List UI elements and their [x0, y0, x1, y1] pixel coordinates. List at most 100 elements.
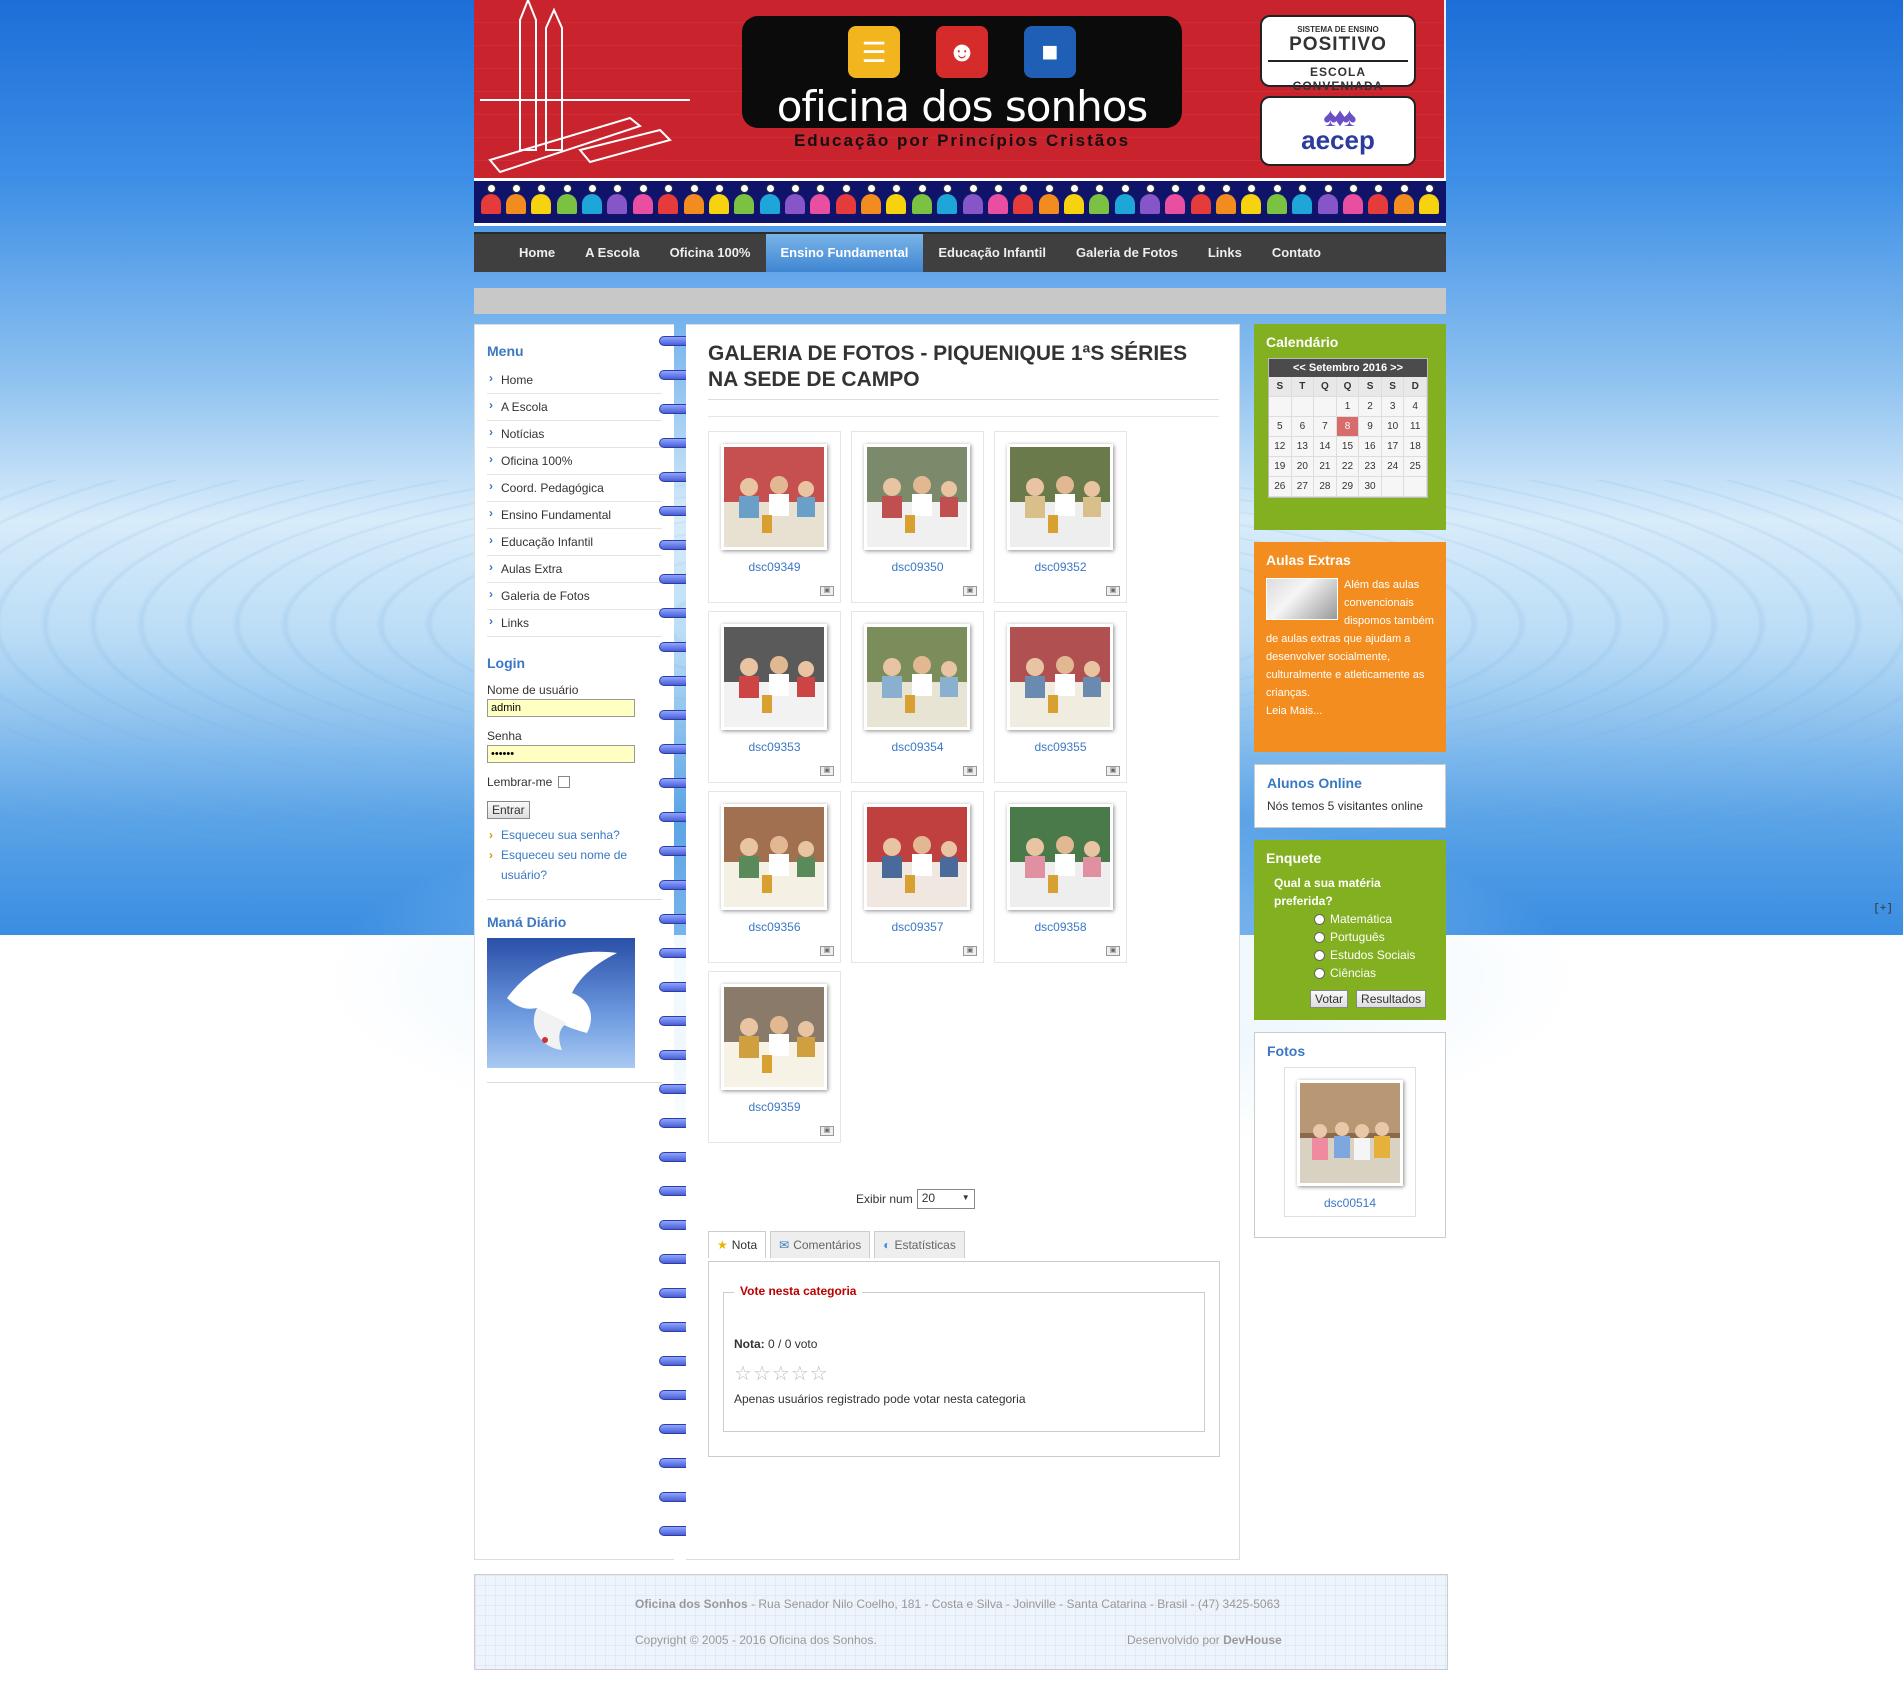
star-empty-icon[interactable]: ☆ — [772, 1363, 791, 1385]
calendar-day[interactable]: 6 — [1291, 417, 1315, 437]
nav-contato[interactable]: Contato — [1257, 234, 1336, 272]
calendar-day[interactable]: 4 — [1404, 397, 1427, 417]
forgot-password-link[interactable]: Esqueceu sua senha? — [487, 825, 662, 845]
photo-name[interactable]: dsc09352 — [995, 560, 1126, 574]
side-menu-links[interactable]: Links — [487, 610, 662, 637]
photo-thumbnail[interactable]: dsc09355 ▣ — [994, 611, 1127, 783]
star-empty-icon[interactable]: ☆ — [734, 1363, 753, 1385]
calendar-day[interactable]: 18 — [1404, 437, 1427, 457]
photo-image[interactable] — [1007, 624, 1113, 730]
image-icon[interactable]: ▣ — [820, 766, 834, 776]
calendar-day[interactable]: 30 — [1359, 477, 1382, 497]
calendar-day[interactable]: 11 — [1404, 417, 1427, 437]
photo-thumbnail[interactable]: dsc09349 ▣ — [708, 431, 841, 603]
radio-button[interactable] — [1314, 967, 1325, 979]
calendar-day[interactable]: 8 — [1336, 417, 1360, 437]
calendar-day[interactable]: 12 — [1269, 437, 1292, 457]
side-menu-a-escola[interactable]: A Escola — [487, 394, 662, 421]
nav-galeria-de-fotos[interactable]: Galeria de Fotos — [1061, 234, 1193, 272]
photo-name[interactable]: dsc09350 — [852, 560, 983, 574]
fotos-name[interactable]: dsc00514 — [1285, 1196, 1415, 1210]
calendar-day[interactable]: 7 — [1314, 417, 1337, 437]
star-empty-icon[interactable]: ☆ — [753, 1363, 772, 1385]
calendar-day[interactable]: 28 — [1314, 477, 1337, 497]
photo-image[interactable] — [1007, 444, 1113, 550]
calendar-day[interactable]: 27 — [1291, 477, 1315, 497]
calendar-day[interactable]: 13 — [1291, 437, 1315, 457]
calendar-day[interactable]: 3 — [1381, 397, 1405, 417]
photo-name[interactable]: dsc09358 — [995, 920, 1126, 934]
side-menu-coord-pedagogica[interactable]: Coord. Pedagógica — [487, 475, 662, 502]
photo-name[interactable]: dsc09356 — [709, 920, 840, 934]
photo-image[interactable] — [1007, 804, 1113, 910]
photo-thumbnail[interactable]: dsc09358 ▣ — [994, 791, 1127, 963]
star-empty-icon[interactable]: ☆ — [791, 1363, 810, 1385]
nav-oficina-100[interactable]: Oficina 100% — [655, 234, 766, 272]
photo-name[interactable]: dsc09355 — [995, 740, 1126, 754]
calendar-day[interactable]: 14 — [1314, 437, 1337, 457]
photo-name[interactable]: dsc09354 — [852, 740, 983, 754]
photo-name[interactable]: dsc09357 — [852, 920, 983, 934]
calendar-day[interactable]: 2 — [1359, 397, 1382, 417]
photo-image[interactable] — [864, 804, 970, 910]
calendar-month-nav[interactable]: << Setembro 2016 >> — [1269, 359, 1427, 377]
calendar-day[interactable]: 16 — [1359, 437, 1382, 457]
calendar-day[interactable]: 15 — [1336, 437, 1360, 457]
photo-thumbnail[interactable]: dsc09359 ▣ — [708, 971, 841, 1143]
image-icon[interactable]: ▣ — [963, 586, 977, 596]
calendar-day[interactable]: 22 — [1336, 457, 1360, 477]
photo-thumbnail[interactable]: dsc09354 ▣ — [851, 611, 984, 783]
forgot-username-link[interactable]: Esqueceu seu nome de usuário? — [487, 845, 662, 885]
star-empty-icon[interactable]: ☆ — [810, 1363, 829, 1385]
password-input[interactable] — [487, 745, 635, 763]
dove-image[interactable] — [487, 938, 635, 1068]
calendar-day[interactable]: 19 — [1269, 457, 1292, 477]
photo-image[interactable] — [721, 444, 827, 550]
aulas-read-more[interactable]: Leia Mais... — [1266, 702, 1434, 720]
calendar-day[interactable]: 20 — [1291, 457, 1315, 477]
fotos-thumbnail[interactable]: dsc00514 — [1284, 1067, 1416, 1217]
calendar-day[interactable]: 17 — [1381, 437, 1405, 457]
side-menu-aulas-extra[interactable]: Aulas Extra — [487, 556, 662, 583]
positivo-badge[interactable]: SISTEMA DE ENSINO POSITIVO ESCOLA CONVEN… — [1260, 15, 1416, 93]
poll-option-estudos-sociais[interactable]: Estudos Sociais — [1314, 946, 1434, 964]
calendar-day[interactable]: 23 — [1359, 457, 1382, 477]
calendar-day[interactable]: 24 — [1381, 457, 1405, 477]
vote-button[interactable]: Votar — [1310, 990, 1349, 1008]
nav-educacao-infantil[interactable]: Educação Infantil — [923, 234, 1061, 272]
calendar-day[interactable]: 9 — [1359, 417, 1382, 437]
calendar-day[interactable]: 5 — [1269, 417, 1292, 437]
footer-dev-link[interactable]: DevHouse — [1223, 1633, 1282, 1647]
tab-estatisticas[interactable]: ◐ Estatísticas — [874, 1231, 965, 1258]
image-icon[interactable]: ▣ — [820, 1126, 834, 1136]
calendar-day[interactable]: 25 — [1404, 457, 1427, 477]
poll-option-matematica[interactable]: Matemática — [1314, 910, 1434, 928]
photo-thumbnail[interactable]: dsc09352 ▣ — [994, 431, 1127, 603]
poll-option-portugues[interactable]: Português — [1314, 928, 1434, 946]
nav-a-escola[interactable]: A Escola — [570, 234, 654, 272]
nav-links[interactable]: Links — [1193, 234, 1257, 272]
photo-image[interactable] — [864, 444, 970, 550]
calendar-day[interactable]: 21 — [1314, 457, 1337, 477]
calendar-day[interactable]: 29 — [1336, 477, 1360, 497]
login-button[interactable]: Entrar — [487, 801, 530, 819]
photo-thumbnail[interactable]: dsc09357 ▣ — [851, 791, 984, 963]
radio-button[interactable] — [1314, 949, 1325, 961]
image-icon[interactable]: ▣ — [1106, 586, 1120, 596]
side-menu-educacao-infantil[interactable]: Educação Infantil — [487, 529, 662, 556]
results-button[interactable]: Resultados — [1356, 990, 1427, 1008]
rating-stars[interactable]: ☆☆☆☆☆ — [734, 1361, 1194, 1386]
photo-name[interactable]: dsc09359 — [709, 1100, 840, 1114]
username-input[interactable] — [487, 699, 635, 717]
fotos-image[interactable] — [1297, 1080, 1403, 1186]
photo-image[interactable] — [721, 984, 827, 1090]
side-menu-ensino-fundamental[interactable]: Ensino Fundamental — [487, 502, 662, 529]
photo-thumbnail[interactable]: dsc09350 ▣ — [851, 431, 984, 603]
school-logo[interactable]: ☰ ☻ ■ oficina dos sonhos — [742, 16, 1182, 131]
image-icon[interactable]: ▣ — [963, 766, 977, 776]
tab-comentarios[interactable]: ✉ Comentários — [770, 1231, 871, 1258]
photo-name[interactable]: dsc09349 — [709, 560, 840, 574]
calendar-day[interactable]: 26 — [1269, 477, 1292, 497]
side-menu-galeria-de-fotos[interactable]: Galeria de Fotos — [487, 583, 662, 610]
nav-home[interactable]: Home — [504, 234, 570, 272]
